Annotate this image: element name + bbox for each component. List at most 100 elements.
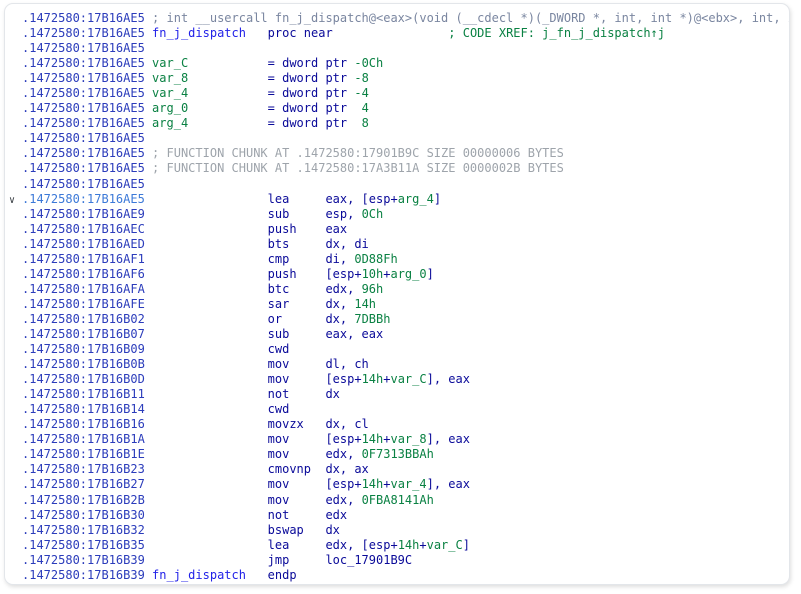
asm-line[interactable]: .1472580:17B16B23 cmovnp dx, ax [9,462,789,477]
code-text: ], eax [427,372,470,386]
code-text: = dword ptr [188,71,354,85]
address: .1472580:17B16B0B [22,357,152,371]
code-text: endp [246,568,297,582]
address: .1472580:17B16B32 [22,523,152,537]
address: .1472580:17B16AE5 [22,116,152,130]
value-text: 7DBBh [354,312,390,326]
code-text: = dword ptr [188,86,354,100]
function-name: fn_j_dispatch [152,26,246,40]
address: .1472580:17B16AFE [22,297,152,311]
value-text: 8 [362,116,369,130]
address: .1472580:17B16AFA [22,282,152,296]
address: .1472580:17B16AE5 [22,101,152,115]
code-text: not dx [152,387,340,401]
address: .1472580:17B16AE5 [22,161,152,175]
value-text: 96h [362,282,384,296]
code-text: ] [463,538,470,552]
code-text: mov edx, [152,447,362,461]
asm-line[interactable]: .1472580:17B16B32 bswap dx [9,523,789,538]
asm-line[interactable]: .1472580:17B16B35 lea edx, [esp+14h+var_… [9,538,789,553]
asm-line[interactable]: .1472580:17B16B0D mov [esp+14h+var_C], e… [9,372,789,387]
asm-line[interactable]: .1472580:17B16AF1 cmp di, 0D88Fh [9,252,789,267]
address: .1472580:17B16AE5 [22,131,152,145]
address: .1472580:17B16B35 [22,538,152,552]
asm-line[interactable]: .1472580:17B16AE5 ; FUNCTION CHUNK AT .1… [9,161,789,176]
asm-line[interactable]: .1472580:17B16AE5 ; FUNCTION CHUNK AT .1… [9,146,789,161]
value-text: var_C [427,538,463,552]
address: .1472580:17B16B14 [22,402,152,416]
value-text: var_8 [152,71,188,85]
asm-line[interactable]: .1472580:17B16AE5 arg_0 = dword ptr 4 [9,101,789,116]
address: .1472580:17B16AE5 [22,71,152,85]
address: .1472580:17B16B30 [22,508,152,522]
value-text: var_4 [390,477,426,491]
asm-line[interactable]: .1472580:17B16B02 or dx, 7DBBh [9,312,789,327]
asm-line[interactable]: .1472580:17B16B0B mov dl, ch [9,357,789,372]
address: .1472580:17B16B23 [22,462,152,476]
asm-line[interactable]: .1472580:17B16AE5 [9,131,789,146]
address: .1472580:17B16B02 [22,312,152,326]
address: .1472580:17B16AE5 [22,26,152,40]
code-text: cmp di, [152,252,354,266]
address: .1472580:17B16B11 [22,387,152,401]
value-text: var_C [390,372,426,386]
code-text: lea edx, [esp+ [152,538,398,552]
asm-line[interactable]: .1472580:17B16B14 cwd [9,402,789,417]
code-text: cmovnp dx, ax [152,462,369,476]
asm-line[interactable]: .1472580:17B16B39 jmp loc_17901B9C [9,553,789,568]
address: .1472580:17B16B1E [22,447,152,461]
asm-line[interactable]: .1472580:17B16AE5 var_8 = dword ptr -8 [9,71,789,86]
value-text: 10h [362,267,384,281]
asm-line[interactable]: .1472580:17B16AED bts dx, di [9,237,789,252]
address: .1472580:17B16B0D [22,372,152,386]
value-text: 14h [398,538,420,552]
asm-line[interactable]: .1472580:17B16B1E mov edx, 0F7313BBAh [9,447,789,462]
asm-line[interactable]: .1472580:17B16AE9 sub esp, 0Ch [9,207,789,222]
comment-text: ; FUNCTION CHUNK AT .1472580:17901B9C SI… [152,146,564,160]
code-text: ], eax [427,477,470,491]
code-text: push eax [152,222,347,236]
asm-line[interactable]: .1472580:17B16AEC push eax [9,222,789,237]
value-text: 0F7313BBAh [362,447,434,461]
asm-line[interactable]: .1472580:17B16B07 sub eax, eax [9,327,789,342]
address: .1472580:17B16AE5 [22,41,152,55]
comment-text: ; FUNCTION CHUNK AT .1472580:17A3B11A SI… [152,161,564,175]
asm-line[interactable]: .1472580:17B16AE5 var_C = dword ptr -0Ch [9,56,789,71]
code-text: mov [esp+ [152,372,362,386]
code-text: = dword ptr [188,56,354,70]
code-text: + [419,538,426,552]
address: .1472580:17B16B1A [22,432,152,446]
asm-line[interactable]: .1472580:17B16B09 cwd [9,342,789,357]
asm-line[interactable]: ∨.1472580:17B16AE5 lea eax, [esp+arg_4] [9,192,789,207]
asm-line[interactable]: .1472580:17B16B11 not dx [9,387,789,402]
address: .1472580:17B16AEC [22,222,152,236]
asm-line[interactable]: .1472580:17B16AF6 push [esp+10h+arg_0] [9,267,789,282]
asm-line[interactable]: .1472580:17B16B27 mov [esp+14h+var_4], e… [9,477,789,492]
asm-line[interactable]: .1472580:17B16AE5 var_4 = dword ptr -4 [9,86,789,101]
code-text: sub eax, eax [152,327,383,341]
code-text: = dword ptr [188,101,361,115]
address: .1472580:17B16B09 [22,342,152,356]
asm-line[interactable]: .1472580:17B16B1A mov [esp+14h+var_8], e… [9,432,789,447]
collapse-chevron-icon[interactable]: ∨ [9,193,22,208]
address: .1472580:17B16B07 [22,327,152,341]
value-text: var_4 [152,86,188,100]
asm-line[interactable]: .1472580:17B16AE5 arg_4 = dword ptr 8 [9,116,789,131]
asm-line[interactable]: .1472580:17B16AFA btc edx, 96h [9,282,789,297]
asm-line[interactable]: .1472580:17B16B16 movzx dx, cl [9,417,789,432]
asm-line[interactable]: .1472580:17B16AE5 [9,41,789,56]
value-text: 4 [362,101,369,115]
asm-line[interactable]: .1472580:17B16AE5 [9,177,789,192]
address: .1472580:17B16B16 [22,417,152,431]
asm-line[interactable]: .1472580:17B16AFE sar dx, 14h [9,297,789,312]
address: .1472580:17B16AF1 [22,252,152,266]
asm-line[interactable]: .1472580:17B16B39 fn_j_dispatch endp [9,568,789,583]
address: .1472580:17B16AE5 [22,146,152,160]
asm-line[interactable]: .1472580:17B16AE5 fn_j_dispatch proc nea… [9,26,789,41]
asm-line[interactable]: .1472580:17B16B30 not edx [9,508,789,523]
asm-line[interactable]: .1472580:17B16AE5 ; int __usercall fn_j_… [9,11,789,26]
value-text: arg_0 [152,101,188,115]
code-text: bswap dx [152,523,340,537]
asm-line[interactable]: .1472580:17B16B2B mov edx, 0FBA8141Ah [9,493,789,508]
value-text: ; CODE XREF: j_fn_j_dispatch↑j [333,26,665,40]
